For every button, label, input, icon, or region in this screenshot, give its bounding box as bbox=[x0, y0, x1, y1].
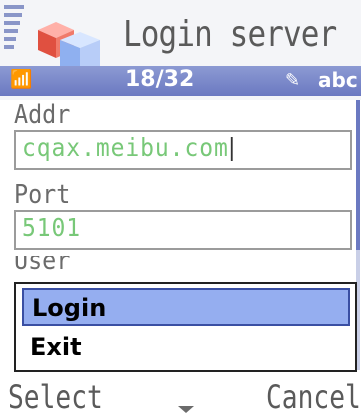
menu-item-exit[interactable]: Exit bbox=[22, 329, 350, 367]
options-menu: Login Exit bbox=[14, 282, 357, 372]
softkey-bar: Select Cancel bbox=[0, 372, 361, 418]
cancel-softkey[interactable]: Cancel bbox=[266, 378, 361, 416]
port-label: Port bbox=[14, 180, 71, 210]
port-value: 5101 bbox=[22, 213, 82, 242]
page-title: Login server bbox=[123, 14, 337, 55]
user-label: User bbox=[14, 256, 134, 270]
scrollbar-thumb[interactable] bbox=[356, 100, 360, 250]
select-softkey[interactable]: Select bbox=[8, 378, 103, 416]
signal-strength-icon bbox=[4, 5, 30, 60]
text-cursor bbox=[230, 137, 233, 161]
status-bar: 📶 18/32 ✎ abc bbox=[0, 66, 361, 96]
menu-item-login[interactable]: Login bbox=[22, 288, 350, 326]
scroll-down-icon bbox=[178, 406, 194, 413]
antenna-icon: 📶 bbox=[10, 69, 33, 90]
addr-value: cqax.meibu.com bbox=[22, 133, 233, 162]
header: Login server 📶 18/32 ✎ abc bbox=[0, 0, 361, 100]
input-mode-indicator: abc bbox=[318, 68, 358, 92]
pen-icon: ✎ bbox=[285, 70, 301, 91]
addr-label: Addr bbox=[14, 100, 71, 130]
character-counter: 18/32 bbox=[125, 67, 195, 92]
port-field[interactable]: 5101 bbox=[14, 210, 352, 250]
addr-field[interactable]: cqax.meibu.com bbox=[14, 130, 352, 170]
